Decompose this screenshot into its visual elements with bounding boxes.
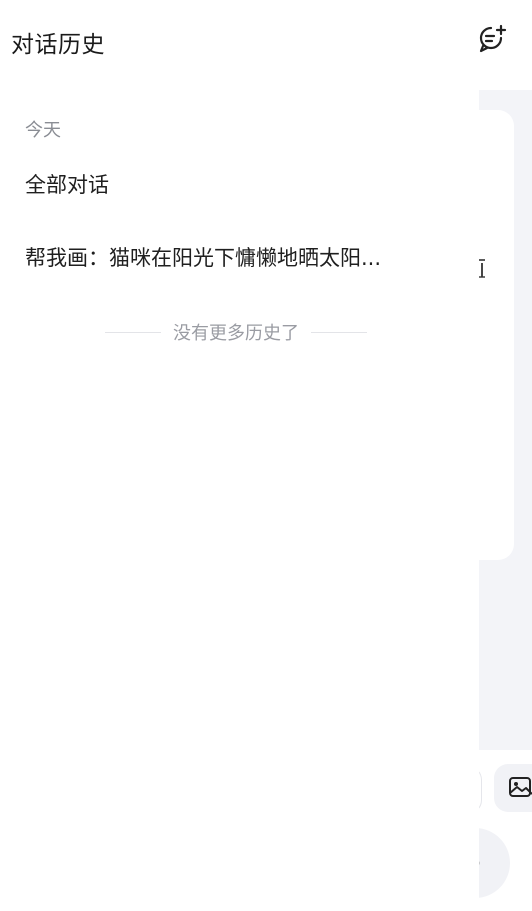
divider-right <box>311 331 367 333</box>
drawer-title: 对话历史 <box>11 32 105 58</box>
end-of-history-note: 没有更多历史了 <box>105 318 367 346</box>
screen: 对话历史 今天 全部对话 帮我画：猫咪在阳光下慵懒地晒太阳... 没有更多历史了 <box>0 0 532 911</box>
image-icon <box>509 777 532 797</box>
history-item-all-conversations[interactable]: 全部对话 <box>25 170 425 200</box>
history-item-cat-sunbathing[interactable]: 帮我画：猫咪在阳光下慵懒地晒太阳... <box>25 243 421 273</box>
new-chat-icon[interactable] <box>477 24 507 54</box>
section-label-today: 今天 <box>25 120 61 141</box>
history-drawer: 对话历史 今天 全部对话 帮我画：猫咪在阳光下慵懒地晒太阳... 没有更多历史了 <box>0 0 479 911</box>
end-of-history-text: 没有更多历史了 <box>173 323 299 344</box>
divider-left <box>105 331 161 333</box>
